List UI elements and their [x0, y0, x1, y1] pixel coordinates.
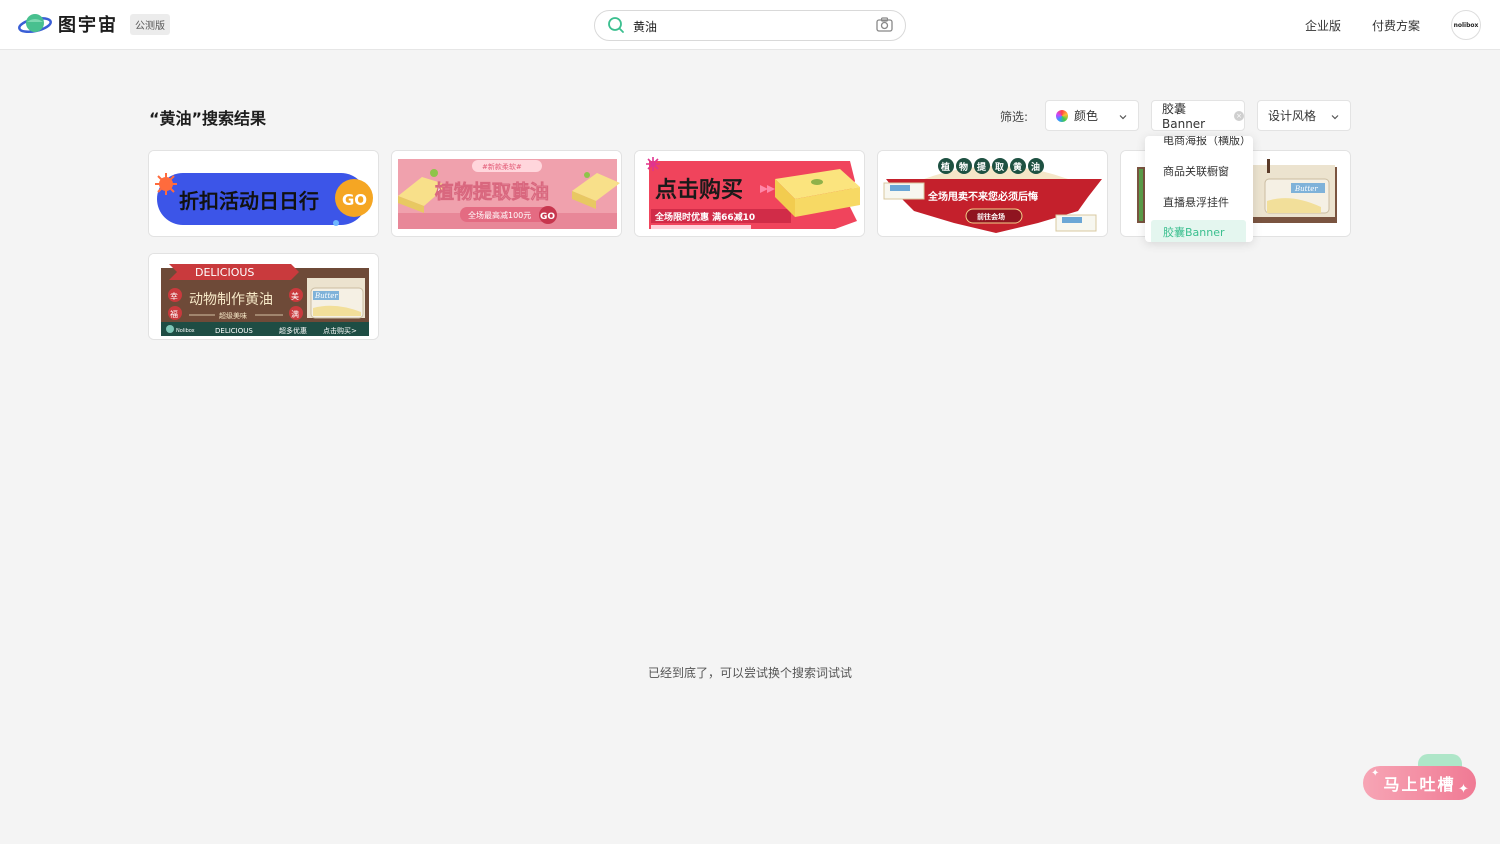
card-2-cta: GO	[540, 212, 555, 222]
filter-color[interactable]: 颜色	[1045, 100, 1139, 131]
card-6-footer-left: DELICIOUS	[215, 327, 253, 335]
banner-type-dropdown: 电商海报（横版） 商品关联橱窗 直播悬浮挂件 胶囊Banner	[1145, 136, 1253, 242]
avatar[interactable]: nolibox	[1451, 10, 1481, 40]
filter-style-label: 设计风格	[1268, 109, 1317, 123]
card-2-sub-text: 全场最高减100元	[468, 210, 531, 220]
filter-banner-label: 胶囊Banner	[1162, 102, 1206, 131]
card-1-main-text: 折扣活动日日行	[179, 189, 319, 213]
card-4-main-text: 全场甩卖不来您必须后悔	[927, 190, 1038, 203]
search-box[interactable]	[594, 10, 906, 41]
clear-icon[interactable]: ×	[1234, 110, 1244, 121]
result-card-3[interactable]: 点击购买 全场限时优惠 满66减10	[634, 150, 865, 237]
sparkle-icon: ✦	[1371, 768, 1380, 779]
result-card-1[interactable]: 折扣活动日日行 GO	[148, 150, 379, 237]
beta-badge: 公测版	[130, 13, 170, 35]
nav-enterprise[interactable]: 企业版	[1305, 17, 1341, 34]
color-wheel-icon	[1056, 109, 1068, 122]
card-5-label: Butter	[1294, 185, 1318, 193]
card-6-main-text: 动物制作黄油	[189, 291, 273, 308]
chevron-down-icon	[1330, 111, 1340, 125]
card-4-title-char-2: 提	[977, 161, 987, 173]
results-title: “黄油”搜索结果	[149, 109, 267, 128]
card-4-title-char-3: 取	[995, 162, 1005, 173]
camera-icon[interactable]	[876, 17, 893, 36]
search-icon[interactable]	[607, 16, 625, 38]
card-6-side-right-0: 美	[291, 291, 299, 301]
sparkle-icon: ✦	[1458, 782, 1469, 797]
card-1-cta: GO	[342, 191, 367, 209]
filter-banner[interactable]: 胶囊Banner ×	[1151, 100, 1245, 131]
logo-text: 图宇宙	[58, 15, 118, 36]
card-6-brand: Nolibox	[176, 328, 195, 334]
nav-pricing[interactable]: 付费方案	[1372, 17, 1420, 34]
top-header: 图宇宙 公测版 企业版 付费方案 nolibox	[0, 0, 1500, 50]
planet-logo-icon	[18, 10, 52, 38]
card-2-tag: #新款柔软#	[482, 162, 522, 171]
card-6-side-right-1: 满	[291, 309, 299, 319]
dropdown-item-ecom-poster[interactable]: 电商海报（横版）	[1151, 136, 1251, 154]
filter-color-label: 颜色	[1074, 109, 1099, 123]
card-6-side-left-0: 幸	[170, 292, 178, 301]
result-card-4[interactable]: 植 物 提 取 黄 油 全场甩卖不来您必须后悔 前往会场	[877, 150, 1108, 237]
card-6-footer-mid: 超多优惠	[279, 326, 307, 335]
filter-style[interactable]: 设计风格	[1257, 100, 1351, 131]
card-4-title-char-4: 黄	[1013, 161, 1022, 173]
logo[interactable]: 图宇宙 公测版	[18, 10, 170, 38]
dropdown-item-capsule-banner[interactable]: 胶囊Banner	[1151, 220, 1246, 242]
card-6-footer-right: 点击购买>	[323, 326, 357, 335]
dropdown-item-product-window[interactable]: 商品关联橱窗	[1151, 159, 1246, 185]
card-6-side-left-1: 福	[170, 310, 178, 319]
chevron-down-icon	[1118, 111, 1128, 125]
card-4-cta: 前往会场	[977, 212, 1005, 221]
search-input[interactable]	[633, 16, 863, 36]
card-3-main-text: 点击购买	[655, 177, 743, 203]
feedback-label: 马上吐槽	[1383, 775, 1456, 794]
card-6-ribbon: DELICIOUS	[195, 266, 254, 279]
card-4-title-char-5: 油	[1031, 161, 1040, 173]
dropdown-item-live-widget[interactable]: 直播悬浮挂件	[1151, 190, 1246, 216]
card-2-main-text: 植物提取黄油	[435, 180, 549, 203]
result-card-2[interactable]: #新款柔软# 植物提取黄油 全场最高减100元 GO	[391, 150, 622, 237]
filter-label: 筛选:	[1000, 110, 1029, 124]
card-3-sub-text: 全场限时优惠 满66减10	[654, 211, 755, 223]
result-card-6[interactable]: DELICIOUS 幸 福 美 满 动物制作黄油 超级美味 Butter Nol…	[148, 253, 379, 340]
card-4-title-char-1: 物	[959, 161, 968, 173]
card-4-title-char-0: 植	[940, 161, 950, 173]
avatar-text: nolibox	[1453, 21, 1479, 29]
card-6-label: Butter	[314, 292, 338, 300]
end-of-results-text: 已经到底了，可以尝试换个搜索词试试	[647, 666, 852, 680]
card-6-sub-text: 超级美味	[219, 311, 247, 320]
